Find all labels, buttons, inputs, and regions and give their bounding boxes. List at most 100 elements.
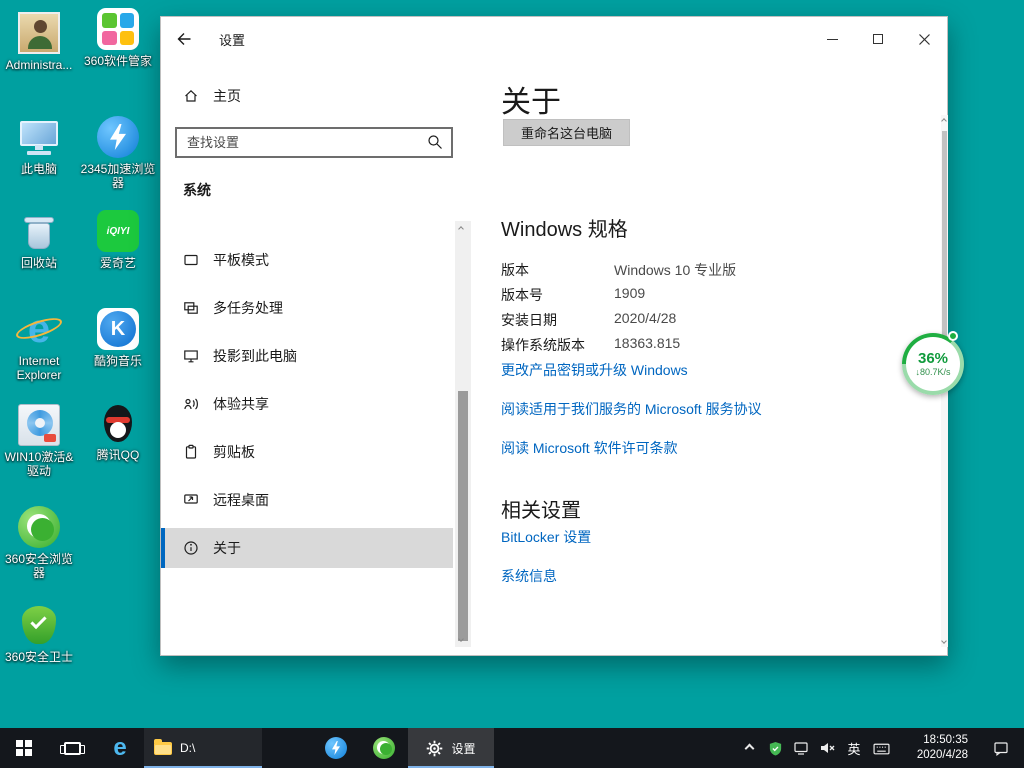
desktop-icon-label: 爱奇艺 bbox=[79, 256, 157, 270]
taskbar-ie-button[interactable]: e bbox=[96, 728, 144, 768]
taskbar-explorer-d-drive-button[interactable]: D:\ bbox=[144, 728, 262, 768]
sidebar-item-about[interactable]: 关于 bbox=[161, 528, 453, 568]
sidebar-item-label: 远程桌面 bbox=[213, 490, 269, 510]
home-icon bbox=[183, 88, 199, 104]
desktop-icon-360-browser[interactable]: 360安全浏览器 bbox=[0, 506, 78, 581]
sidebar-scrollbar[interactable] bbox=[455, 221, 471, 647]
desktop-icon-label: WIN10激活&驱动 bbox=[0, 450, 78, 479]
taskbar-360-browser-button[interactable] bbox=[360, 728, 408, 768]
sidebar-item-tablet-mode[interactable]: 平板模式 bbox=[161, 240, 453, 280]
services-agreement-link[interactable]: 阅读适用于我们服务的 Microsoft 服务协议 bbox=[501, 399, 762, 419]
maximize-icon bbox=[873, 34, 883, 44]
sidebar-item-label: 平板模式 bbox=[213, 250, 269, 270]
back-button[interactable] bbox=[161, 17, 207, 61]
spec-label: 操作系统版本 bbox=[501, 335, 614, 355]
maximize-button[interactable] bbox=[855, 17, 901, 61]
desktop-icon-win10-activate[interactable]: WIN10激活&驱动 bbox=[0, 404, 78, 479]
desktop: Administra... 此电脑 回收站 e Internet Explore… bbox=[0, 0, 1024, 768]
win10-activate-icon bbox=[18, 404, 60, 446]
sidebar-scrollbar-thumb[interactable] bbox=[458, 391, 468, 641]
spec-row: 版本 Windows 10 专业版 bbox=[501, 260, 901, 280]
desktop-icon-qq[interactable]: 腾讯QQ bbox=[79, 402, 157, 462]
spec-value: Windows 10 专业版 bbox=[614, 260, 736, 280]
360-float-ball[interactable]: 36% ↓80.7K/s bbox=[902, 333, 964, 395]
taskbar-2345-browser-button[interactable] bbox=[312, 728, 360, 768]
search-input[interactable] bbox=[175, 127, 453, 158]
about-icon bbox=[183, 540, 199, 556]
desktop-icon-label: 360安全卫士 bbox=[0, 650, 78, 664]
sidebar-item-projecting[interactable]: 投影到此电脑 bbox=[161, 336, 453, 376]
taskbar-settings-button[interactable]: 设置 bbox=[408, 728, 494, 768]
sidebar-item-multitasking[interactable]: 多任务处理 bbox=[161, 288, 453, 328]
spec-row: 安装日期 2020/4/28 bbox=[501, 310, 901, 330]
tray-volume-muted-icon[interactable] bbox=[818, 728, 836, 768]
action-center-icon bbox=[993, 740, 1009, 756]
2345-browser-icon bbox=[325, 737, 347, 759]
memory-percent: 36% bbox=[918, 351, 948, 368]
sidebar-section-system: 系统 bbox=[183, 180, 211, 200]
change-product-key-link[interactable]: 更改产品密钥或升级 Windows bbox=[501, 360, 688, 380]
iqiyi-icon: iQIYI bbox=[97, 210, 139, 252]
start-button[interactable] bbox=[0, 728, 48, 768]
bitlocker-settings-link[interactable]: BitLocker 设置 bbox=[501, 527, 591, 547]
sidebar-item-clipboard[interactable]: 剪贴板 bbox=[161, 432, 453, 472]
scroll-up-icon[interactable] bbox=[941, 118, 947, 124]
sidebar-item-label: 投影到此电脑 bbox=[213, 346, 297, 366]
spec-row: 版本号 1909 bbox=[501, 285, 901, 305]
minimize-icon bbox=[827, 39, 838, 40]
recycle-bin-icon bbox=[18, 210, 60, 252]
folder-icon bbox=[154, 742, 172, 755]
task-view-button[interactable] bbox=[48, 728, 96, 768]
tray-360-icon[interactable] bbox=[766, 728, 784, 768]
desktop-icon-administrator[interactable]: Administra... bbox=[0, 12, 78, 72]
desktop-icon-label: Internet Explorer bbox=[0, 354, 78, 383]
content-scrollbar-thumb[interactable] bbox=[942, 131, 947, 346]
window-title: 设置 bbox=[219, 17, 245, 61]
action-center-button[interactable] bbox=[982, 728, 1020, 768]
tray-touch-keyboard-icon[interactable] bbox=[872, 728, 890, 768]
taskbar-clock[interactable]: 18:50:35 2020/4/28 bbox=[904, 733, 968, 763]
sidebar-item-remote-desktop[interactable]: 远程桌面 bbox=[161, 480, 453, 520]
shield-icon bbox=[768, 741, 783, 756]
clock-time: 18:50:35 bbox=[904, 733, 968, 748]
spec-label: 版本 bbox=[501, 260, 614, 280]
desktop-icon-360-safe[interactable]: 360安全卫士 bbox=[0, 604, 78, 664]
rename-pc-button[interactable]: 重命名这台电脑 bbox=[503, 119, 630, 146]
keyboard-icon bbox=[873, 740, 890, 757]
desktop-icon-internet-explorer[interactable]: e Internet Explorer bbox=[0, 308, 78, 383]
volume-muted-icon bbox=[819, 740, 835, 756]
sidebar-item-label: 主页 bbox=[213, 86, 241, 106]
multitask-icon bbox=[183, 300, 199, 316]
close-button[interactable] bbox=[901, 17, 947, 61]
desktop-icon-recycle-bin[interactable]: 回收站 bbox=[0, 210, 78, 270]
scroll-up-icon[interactable] bbox=[458, 226, 464, 232]
sidebar-item-shared-experiences[interactable]: 体验共享 bbox=[161, 384, 453, 424]
tray-network-icon[interactable] bbox=[792, 728, 810, 768]
projecting-icon bbox=[183, 348, 199, 364]
license-terms-link[interactable]: 阅读 Microsoft 软件许可条款 bbox=[501, 438, 678, 458]
tray-expand-button[interactable] bbox=[740, 728, 758, 768]
page-title: 关于 bbox=[501, 77, 561, 121]
system-info-link[interactable]: 系统信息 bbox=[501, 566, 557, 586]
desktop-icon-360-software[interactable]: 360软件管家 bbox=[79, 8, 157, 68]
desktop-icon-kugou[interactable]: K 酷狗音乐 bbox=[79, 308, 157, 368]
desktop-icon-this-pc[interactable]: 此电脑 bbox=[0, 116, 78, 176]
ime-indicator[interactable]: 英 bbox=[844, 739, 864, 758]
2345-browser-icon bbox=[97, 116, 139, 158]
drive-label: D:\ bbox=[180, 741, 195, 755]
desktop-icon-2345-browser[interactable]: 2345加速浏览器 bbox=[79, 116, 157, 191]
scroll-down-icon[interactable] bbox=[941, 638, 947, 644]
spec-value: 18363.815 bbox=[614, 335, 680, 355]
desktop-icon-iqiyi[interactable]: iQIYI 爱奇艺 bbox=[79, 210, 157, 270]
360-browser-icon bbox=[373, 737, 395, 759]
internet-explorer-icon: e bbox=[18, 308, 60, 350]
sidebar-item-label: 关于 bbox=[213, 538, 241, 558]
sidebar-item-home[interactable]: 主页 bbox=[161, 76, 453, 116]
tablet-icon bbox=[183, 252, 199, 268]
desktop-icon-label: 此电脑 bbox=[0, 162, 78, 176]
administrator-icon bbox=[18, 12, 60, 54]
360-software-icon bbox=[97, 8, 139, 50]
desktop-icon-label: 360软件管家 bbox=[79, 54, 157, 68]
taskbar: e D:\ 设置 英 bbox=[0, 728, 1024, 768]
minimize-button[interactable] bbox=[809, 17, 855, 61]
